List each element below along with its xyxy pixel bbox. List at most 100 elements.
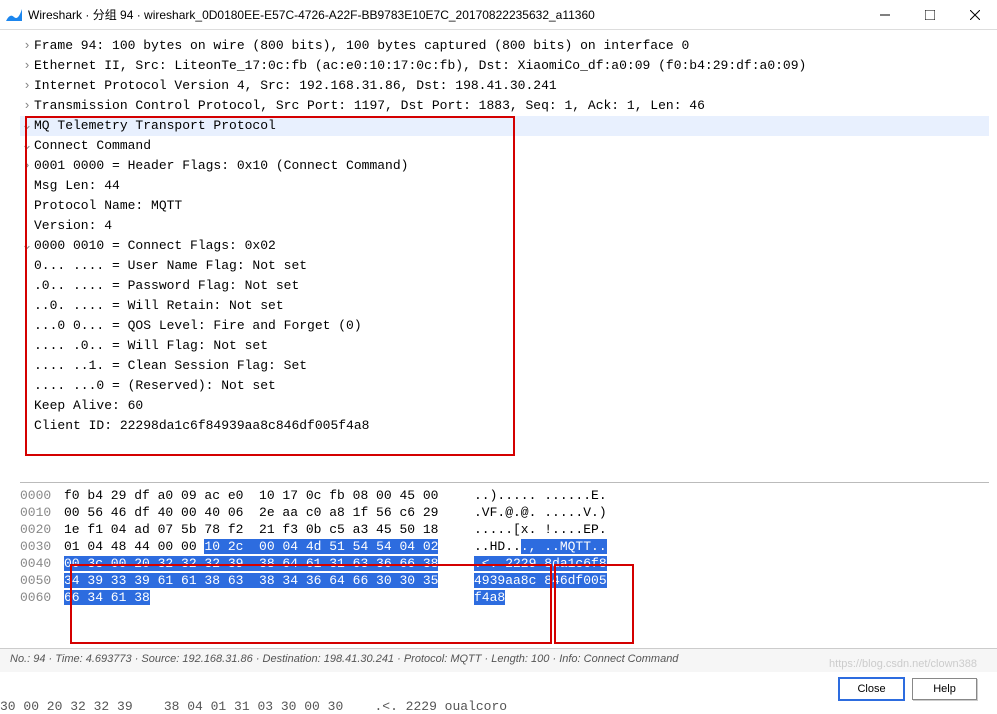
tree-row[interactable]: › Frame 94: 100 bytes on wire (800 bits)… bbox=[20, 36, 989, 56]
hex-ascii: .<. 2229 8da1c6f8 bbox=[474, 555, 989, 572]
minimize-button[interactable] bbox=[862, 0, 907, 30]
tree-row[interactable]: ...0 0... = QOS Level: Fire and Forget (… bbox=[20, 316, 989, 336]
tree-row[interactable]: ⌄ MQ Telemetry Transport Protocol bbox=[20, 116, 989, 136]
hex-bytes: 00 3c 00 20 32 32 32 39 38 64 61 31 63 3… bbox=[64, 555, 474, 572]
hex-bytes: 1e f1 04 ad 07 5b 78 f2 21 f3 0b c5 a3 4… bbox=[64, 521, 474, 538]
help-button[interactable]: Help bbox=[912, 678, 977, 700]
spacer-icon bbox=[20, 296, 34, 316]
expand-icon[interactable]: › bbox=[20, 96, 34, 116]
tree-label: Client ID: 22298da1c6f84939aa8c846df005f… bbox=[34, 416, 369, 436]
tree-label: Frame 94: 100 bytes on wire (800 bits), … bbox=[34, 36, 689, 56]
tree-row[interactable]: › 0001 0000 = Header Flags: 0x10 (Connec… bbox=[20, 156, 989, 176]
collapse-icon[interactable]: ⌄ bbox=[20, 136, 34, 156]
tree-row[interactable]: .... .0.. = Will Flag: Not set bbox=[20, 336, 989, 356]
hex-ascii: .VF.@.@. .....V.) bbox=[474, 504, 989, 521]
hex-offset: 0030 bbox=[20, 538, 64, 555]
hex-row[interactable]: 00201e f1 04 ad 07 5b 78 f2 21 f3 0b c5 … bbox=[20, 521, 989, 538]
tree-row[interactable]: ⌄ Connect Command bbox=[20, 136, 989, 156]
hex-ascii: .....[x. !....EP. bbox=[474, 521, 989, 538]
hex-bytes: f0 b4 29 df a0 09 ac e0 10 17 0c fb 08 0… bbox=[64, 487, 474, 504]
tree-row[interactable]: › Transmission Control Protocol, Src Por… bbox=[20, 96, 989, 116]
hex-bytes: 01 04 48 44 00 00 10 2c 00 04 4d 51 54 5… bbox=[64, 538, 474, 555]
wireshark-icon bbox=[6, 7, 22, 23]
tree-label: Version: 4 bbox=[34, 216, 112, 236]
hex-row[interactable]: 001000 56 46 df 40 00 40 06 2e aa c0 a8 … bbox=[20, 504, 989, 521]
spacer-icon bbox=[20, 316, 34, 336]
tree-label: Msg Len: 44 bbox=[34, 176, 120, 196]
tree-row[interactable]: Client ID: 22298da1c6f84939aa8c846df005f… bbox=[20, 416, 989, 436]
hex-ascii: f4a8 bbox=[474, 589, 989, 606]
spacer-icon bbox=[20, 376, 34, 396]
tree-label: 0... .... = User Name Flag: Not set bbox=[34, 256, 307, 276]
tree-row[interactable]: › Ethernet II, Src: LiteonTe_17:0c:fb (a… bbox=[20, 56, 989, 76]
spacer-icon bbox=[20, 176, 34, 196]
tree-row[interactable]: Protocol Name: MQTT bbox=[20, 196, 989, 216]
tree-label: 0000 0010 = Connect Flags: 0x02 bbox=[34, 236, 276, 256]
tree-label: .... .0.. = Will Flag: Not set bbox=[34, 336, 268, 356]
expand-icon[interactable]: › bbox=[20, 56, 34, 76]
hex-bytes: 00 56 46 df 40 00 40 06 2e aa c0 a8 1f 5… bbox=[64, 504, 474, 521]
tree-row[interactable]: › Internet Protocol Version 4, Src: 192.… bbox=[20, 76, 989, 96]
hex-row[interactable]: 005034 39 33 39 61 61 38 63 38 34 36 64 … bbox=[20, 572, 989, 589]
tree-row[interactable]: .0.. .... = Password Flag: Not set bbox=[20, 276, 989, 296]
spacer-icon bbox=[20, 416, 34, 436]
tree-label: ...0 0... = QOS Level: Fire and Forget (… bbox=[34, 316, 362, 336]
tree-label: Ethernet II, Src: LiteonTe_17:0c:fb (ac:… bbox=[34, 56, 806, 76]
hex-offset: 0020 bbox=[20, 521, 64, 538]
tree-label: Connect Command bbox=[34, 136, 151, 156]
hex-bytes: 34 39 33 39 61 61 38 63 38 34 36 64 66 3… bbox=[64, 572, 474, 589]
hex-row[interactable]: 003001 04 48 44 00 00 10 2c 00 04 4d 51 … bbox=[20, 538, 989, 555]
window-title: Wireshark · 分组 94 · wireshark_0D0180EE-E… bbox=[28, 6, 862, 23]
hex-offset: 0000 bbox=[20, 487, 64, 504]
window-controls bbox=[862, 0, 997, 30]
maximize-button[interactable] bbox=[907, 0, 952, 30]
hex-row[interactable]: 006066 34 61 38 f4a8 bbox=[20, 589, 989, 606]
close-button[interactable]: Close bbox=[839, 678, 904, 700]
hex-ascii: ..)..... ......E. bbox=[474, 487, 989, 504]
hex-row[interactable]: 004000 3c 00 20 32 32 32 39 38 64 61 31 … bbox=[20, 555, 989, 572]
tree-label: Transmission Control Protocol, Src Port:… bbox=[34, 96, 705, 116]
tree-row[interactable]: Version: 4 bbox=[20, 216, 989, 236]
spacer-icon bbox=[20, 336, 34, 356]
hex-offset: 0060 bbox=[20, 589, 64, 606]
hex-offset: 0010 bbox=[20, 504, 64, 521]
spacer-icon bbox=[20, 216, 34, 236]
titlebar: Wireshark · 分组 94 · wireshark_0D0180EE-E… bbox=[0, 0, 997, 30]
collapse-icon[interactable]: ⌄ bbox=[20, 236, 34, 256]
dialog-buttons: Close Help bbox=[839, 678, 977, 700]
expand-icon[interactable]: › bbox=[20, 156, 34, 176]
tree-label: Keep Alive: 60 bbox=[34, 396, 143, 416]
tree-label: .... ..1. = Clean Session Flag: Set bbox=[34, 356, 307, 376]
tree-label: .... ...0 = (Reserved): Not set bbox=[34, 376, 276, 396]
tree-label: Internet Protocol Version 4, Src: 192.16… bbox=[34, 76, 557, 96]
expand-icon[interactable]: › bbox=[20, 76, 34, 96]
hex-bytes: 66 34 61 38 bbox=[64, 589, 474, 606]
expand-icon[interactable]: › bbox=[20, 36, 34, 56]
spacer-icon bbox=[20, 256, 34, 276]
hex-offset: 0050 bbox=[20, 572, 64, 589]
spacer-icon bbox=[20, 196, 34, 216]
tree-row[interactable]: .... ...0 = (Reserved): Not set bbox=[20, 376, 989, 396]
watermark-text: https://blog.csdn.net/clown388 bbox=[829, 658, 977, 670]
tree-row[interactable]: ..0. .... = Will Retain: Not set bbox=[20, 296, 989, 316]
spacer-icon bbox=[20, 396, 34, 416]
spacer-icon bbox=[20, 276, 34, 296]
close-window-button[interactable] bbox=[952, 0, 997, 30]
tree-row[interactable]: Keep Alive: 60 bbox=[20, 396, 989, 416]
hex-row[interactable]: 0000f0 b4 29 df a0 09 ac e0 10 17 0c fb … bbox=[20, 487, 989, 504]
collapse-icon[interactable]: ⌄ bbox=[20, 116, 34, 136]
tree-row[interactable]: .... ..1. = Clean Session Flag: Set bbox=[20, 356, 989, 376]
hex-ascii: ..HD..., ..MQTT.. bbox=[474, 538, 989, 555]
tree-row[interactable]: 0... .... = User Name Flag: Not set bbox=[20, 256, 989, 276]
tree-label: MQ Telemetry Transport Protocol bbox=[34, 116, 276, 136]
packet-details-tree[interactable]: › Frame 94: 100 bytes on wire (800 bits)… bbox=[20, 36, 989, 476]
tree-label: 0001 0000 = Header Flags: 0x10 (Connect … bbox=[34, 156, 408, 176]
packet-bytes-hex[interactable]: 0000f0 b4 29 df a0 09 ac e0 10 17 0c fb … bbox=[20, 482, 989, 612]
tree-label: .0.. .... = Password Flag: Not set bbox=[34, 276, 299, 296]
tree-row[interactable]: Msg Len: 44 bbox=[20, 176, 989, 196]
tree-label: Protocol Name: MQTT bbox=[34, 196, 182, 216]
spacer-icon bbox=[20, 356, 34, 376]
tree-label: ..0. .... = Will Retain: Not set bbox=[34, 296, 284, 316]
hex-ascii: 4939aa8c 846df005 bbox=[474, 572, 989, 589]
tree-row[interactable]: ⌄ 0000 0010 = Connect Flags: 0x02 bbox=[20, 236, 989, 256]
